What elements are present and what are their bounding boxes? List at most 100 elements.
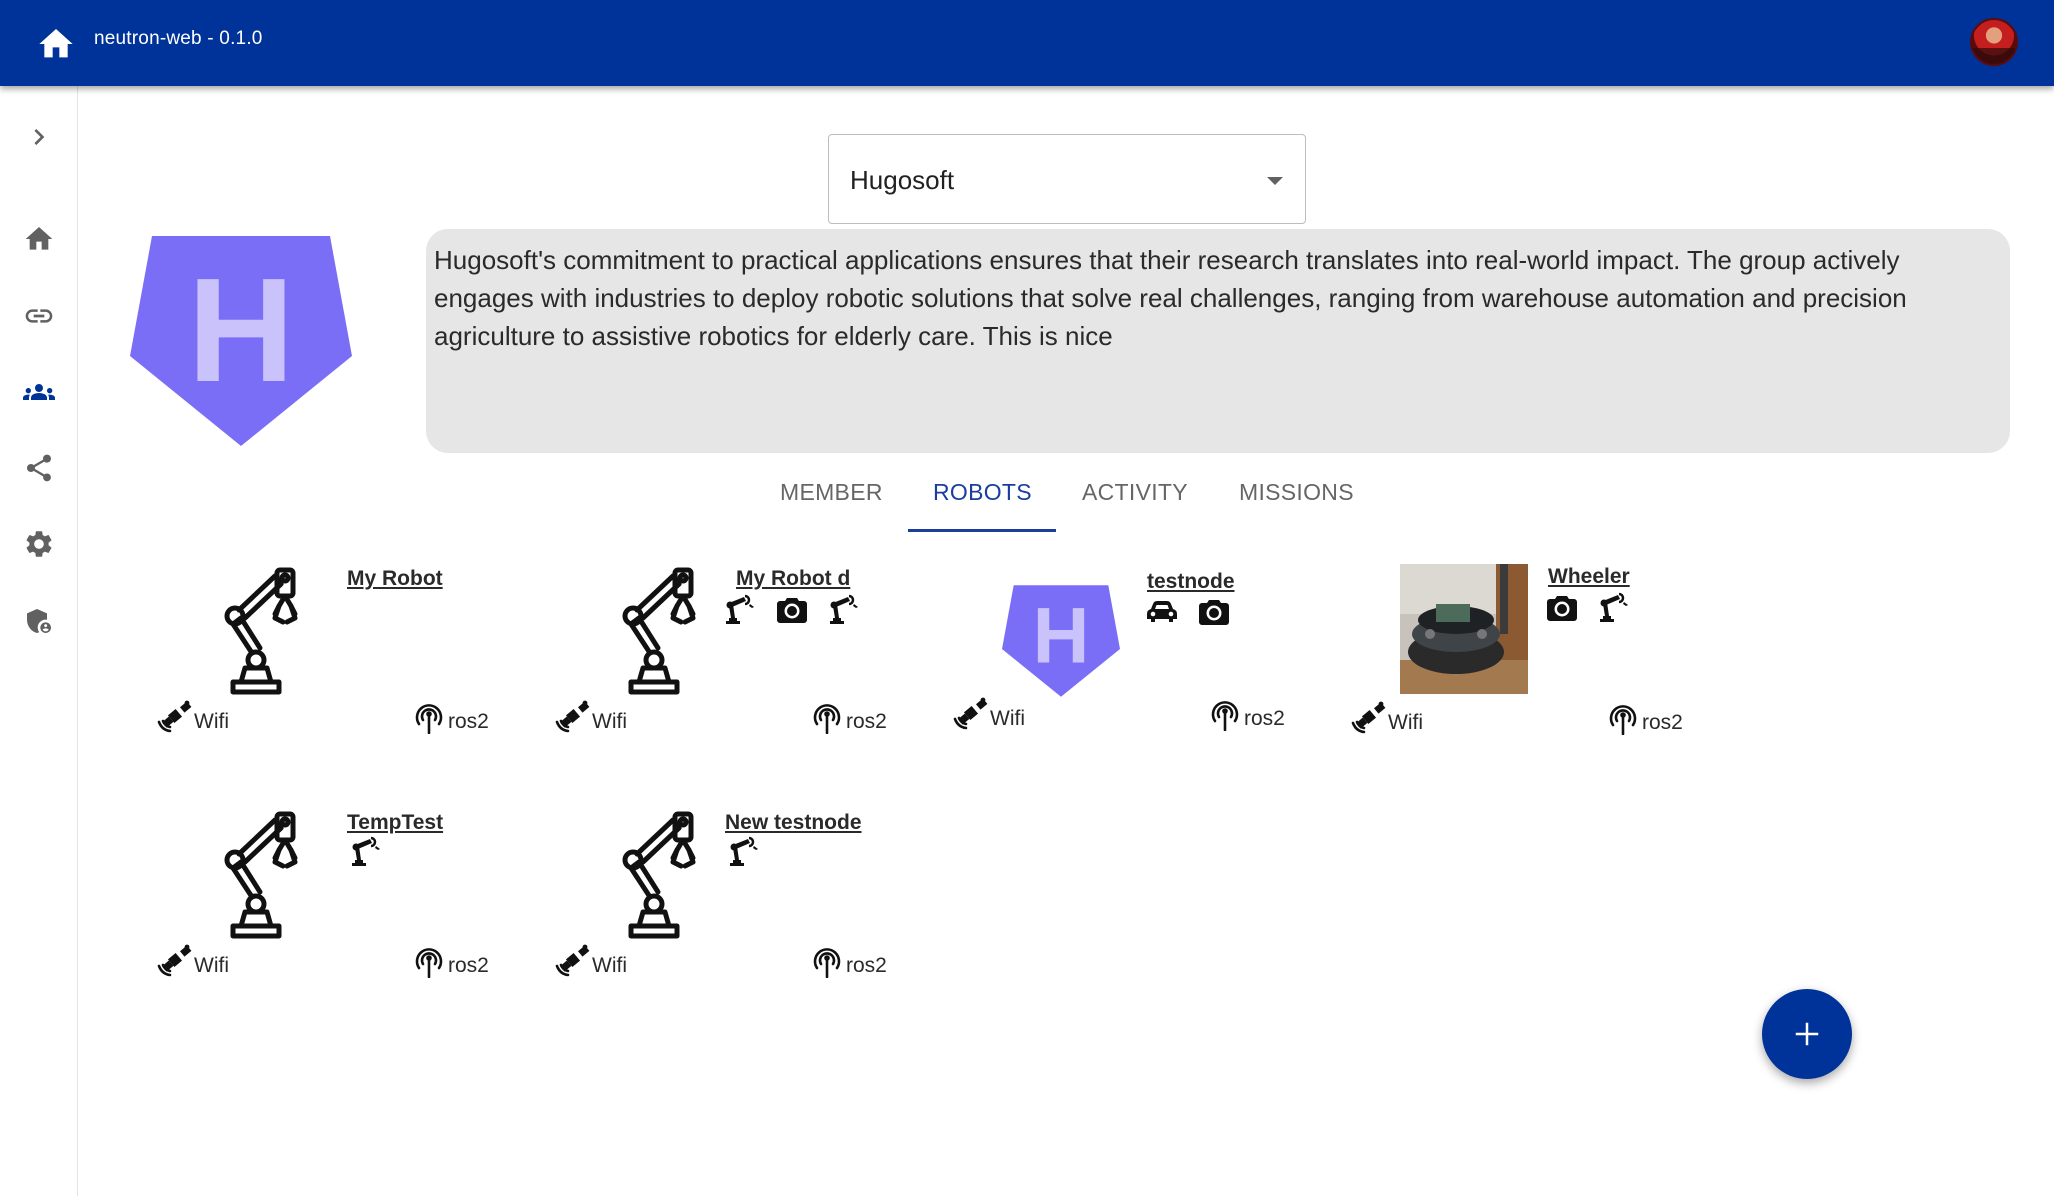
robot-card-temptest[interactable]: TempTest Wifi ros2 — [150, 800, 550, 1030]
app-root: neutron-web - 0.1.0 Hugosoft H Hugosoft'… — [0, 0, 2054, 1196]
protocol-ros2: ros2 — [410, 944, 489, 978]
robot-card-my-robot[interactable]: My Robot Wifi ros2 — [150, 556, 550, 786]
robot-arm-image — [604, 810, 734, 940]
group-logo-letter: H — [1033, 591, 1090, 679]
connection-wifi: Wifi — [156, 700, 229, 734]
robot-name[interactable]: Wheeler — [1548, 565, 1630, 589]
satellite-icon — [1350, 701, 1388, 735]
tab-missions[interactable]: MISSIONS — [1213, 479, 1380, 535]
antenna-icon — [410, 700, 448, 734]
robot-arm-icon — [221, 566, 321, 696]
group-logo: H — [130, 236, 352, 446]
groups-icon[interactable] — [22, 375, 56, 409]
plus-icon — [1795, 1022, 1819, 1046]
tab-activity[interactable]: ACTIVITY — [1056, 479, 1214, 535]
robot-name[interactable]: New testnode — [725, 811, 862, 835]
robot-arm-image — [206, 566, 336, 696]
protocol-ros2: ros2 — [808, 944, 887, 978]
gear-icon[interactable] — [22, 527, 56, 561]
app-title: neutron-web - 0.1.0 — [94, 28, 263, 49]
camera-icon — [776, 594, 808, 626]
group-logo: H — [1002, 585, 1120, 697]
protocol-ros2: ros2 — [808, 700, 887, 734]
user-avatar[interactable] — [1970, 18, 2018, 66]
antenna-icon — [1206, 697, 1244, 731]
robot-arm-icon — [619, 566, 719, 696]
satellite-icon — [554, 944, 592, 978]
add-robot-button[interactable] — [1762, 989, 1852, 1079]
capability-icons — [350, 836, 382, 868]
robot-arm-icon — [724, 594, 756, 626]
protocol-label: ros2 — [1244, 707, 1285, 730]
protocol-label: ros2 — [448, 710, 489, 733]
home-icon[interactable] — [36, 24, 76, 64]
robot-card-wheeler[interactable]: Wheeler Wifi ros2 — [1344, 556, 1744, 786]
protocol-label: ros2 — [1642, 711, 1683, 734]
protocol-ros2: ros2 — [410, 700, 489, 734]
robot-arm-icon — [350, 836, 382, 868]
robot-arm-icon — [221, 810, 321, 940]
caret-down-icon — [1267, 177, 1283, 185]
group-logo-letter: H — [188, 248, 295, 413]
home-icon[interactable] — [22, 222, 56, 256]
car-icon — [1146, 596, 1178, 628]
tab-label: MISSIONS — [1239, 479, 1354, 505]
tab-label: ROBOTS — [933, 479, 1032, 505]
protocol-label: ros2 — [846, 710, 887, 733]
robot-name[interactable]: testnode — [1147, 570, 1235, 594]
connection-label: Wifi — [1388, 711, 1423, 734]
robot-arm-icon — [1598, 592, 1630, 624]
protocol-ros2: ros2 — [1206, 697, 1285, 731]
connection-label: Wifi — [592, 954, 627, 977]
top-app-bar: neutron-web - 0.1.0 — [0, 0, 2054, 86]
capability-icons — [1546, 592, 1630, 624]
group-select-value: Hugosoft — [850, 165, 955, 195]
share-icon[interactable] — [22, 451, 56, 485]
connection-wifi: Wifi — [1350, 701, 1423, 735]
capability-icons — [724, 594, 860, 626]
protocol-ros2: ros2 — [1604, 701, 1683, 735]
satellite-icon — [156, 944, 194, 978]
robot-card-new-testnode[interactable]: New testnode Wifi ros2 — [548, 800, 948, 1030]
sidebar — [0, 86, 78, 1196]
capability-icons — [1146, 596, 1230, 628]
group-select[interactable]: Hugosoft — [828, 134, 1306, 224]
connection-label: Wifi — [194, 710, 229, 733]
protocol-label: ros2 — [448, 954, 489, 977]
robot-arm-image — [604, 566, 734, 696]
robot-name[interactable]: My Robot — [347, 567, 443, 591]
robot-arm-icon — [728, 836, 760, 868]
tab-label: ACTIVITY — [1082, 479, 1188, 505]
robot-photo — [1400, 564, 1528, 694]
camera-icon — [1198, 596, 1230, 628]
robot-arm-image — [206, 810, 336, 940]
connection-wifi: Wifi — [554, 944, 627, 978]
shield-user-icon[interactable] — [22, 604, 56, 638]
chevron-right-icon[interactable] — [22, 120, 56, 154]
tab-label: MEMBER — [780, 479, 883, 505]
robot-card-my-robot-d[interactable]: My Robot d Wifi ros2 — [548, 556, 948, 786]
connection-wifi: Wifi — [156, 944, 229, 978]
link-icon[interactable] — [22, 299, 56, 333]
connection-wifi: Wifi — [952, 697, 1025, 731]
robot-photo-image — [1400, 564, 1528, 694]
antenna-icon — [410, 944, 448, 978]
camera-icon — [1546, 592, 1578, 624]
tab-robots[interactable]: ROBOTS — [907, 479, 1058, 535]
group-logo-image: H — [996, 576, 1126, 706]
group-description: Hugosoft's commitment to practical appli… — [426, 229, 2010, 453]
connection-label: Wifi — [990, 707, 1025, 730]
robot-name[interactable]: My Robot d — [736, 567, 850, 591]
robot-name[interactable]: TempTest — [347, 811, 443, 835]
robot-card-testnode[interactable]: H testnode Wifi ros2 — [946, 556, 1346, 786]
satellite-icon — [156, 700, 194, 734]
tab-member[interactable]: MEMBER — [754, 479, 909, 535]
protocol-label: ros2 — [846, 954, 887, 977]
satellite-icon — [554, 700, 592, 734]
robot-arm-icon — [828, 594, 860, 626]
robot-arm-icon — [619, 810, 719, 940]
antenna-icon — [808, 700, 846, 734]
connection-label: Wifi — [194, 954, 229, 977]
antenna-icon — [1604, 701, 1642, 735]
connection-wifi: Wifi — [554, 700, 627, 734]
